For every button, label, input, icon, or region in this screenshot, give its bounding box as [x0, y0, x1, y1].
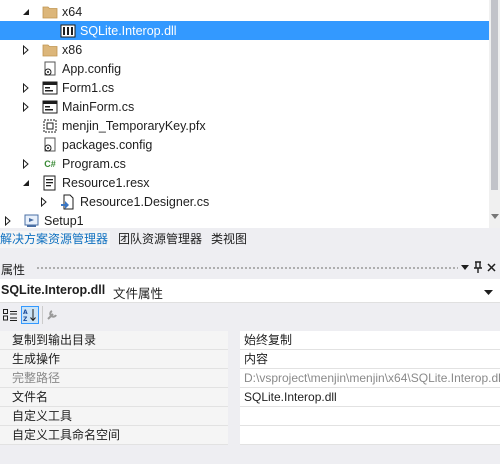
tree-item-packages-config[interactable]: packages.config: [0, 135, 489, 154]
tree-item-x86-folder[interactable]: x86: [0, 40, 489, 59]
properties-title: 属性: [1, 263, 26, 277]
tab-team-explorer[interactable]: 团队资源管理器: [118, 231, 202, 248]
property-row[interactable]: 自定义工具: [0, 407, 500, 426]
property-value[interactable]: SQLite.Interop.dll: [240, 388, 500, 407]
expanded-arrow-icon[interactable]: [20, 177, 32, 189]
form-file-icon: [42, 80, 58, 96]
tab-solution-explorer[interactable]: 解决方案资源管理器: [0, 231, 111, 248]
properties-object-selector[interactable]: SQLite.Interop.dll 文件属性: [0, 279, 500, 303]
tree-item-resource1-designer-cs[interactable]: Resource1.Designer.cs: [0, 192, 489, 211]
tree-item-mainform-cs[interactable]: MainForm.cs: [0, 97, 489, 116]
tree-item-sqlite-interop-dll[interactable]: SQLite.Interop.dll: [0, 21, 489, 40]
tree-item-resource1-resx[interactable]: Resource1.resx: [0, 173, 489, 192]
collapsed-arrow-icon[interactable]: [20, 44, 32, 56]
tree-item-x64-folder[interactable]: x64: [0, 2, 489, 21]
tree-item-label: x64: [62, 4, 83, 19]
tab-class-view[interactable]: 类视图: [211, 231, 247, 248]
solution-explorer-tree: x64 SQLite.Interop.dll x86 App.config Fo…: [0, 0, 489, 232]
tree-item-label: App.config: [62, 61, 122, 76]
property-row[interactable]: 复制到输出目录 始终复制: [0, 331, 500, 350]
property-value[interactable]: [240, 407, 500, 426]
collapsed-arrow-icon[interactable]: [20, 158, 32, 170]
property-row[interactable]: 生成操作 内容: [0, 350, 500, 369]
property-name: 自定义工具命名空间: [0, 426, 228, 445]
scrollbar-thumb[interactable]: [491, 0, 498, 190]
properties-title-bar: 属性: [0, 257, 500, 279]
designer-file-icon: [60, 194, 76, 210]
property-pages-wrench-icon[interactable]: [42, 306, 61, 324]
window-position-dropdown-icon[interactable]: [458, 260, 471, 274]
property-row[interactable]: 自定义工具命名空间: [0, 426, 500, 445]
properties-toolbar: A Z: [0, 303, 500, 329]
categorized-view-icon[interactable]: [1, 306, 19, 324]
selected-object-type: 文件属性: [113, 287, 164, 301]
close-icon[interactable]: [485, 260, 498, 274]
collapsed-arrow-icon[interactable]: [38, 196, 50, 208]
tree-item-label: packages.config: [62, 137, 153, 152]
panel-divider: [0, 249, 500, 257]
svg-text:A: A: [23, 309, 28, 316]
tree-item-label: Program.cs: [62, 156, 126, 171]
scroll-down-arrow-icon[interactable]: [490, 212, 499, 221]
tree-item-program-cs[interactable]: C# Program.cs: [0, 154, 489, 173]
tree-item-label: menjin_TemporaryKey.pfx: [62, 118, 206, 133]
tree-item-label: Form1.cs: [62, 80, 115, 95]
expanded-arrow-icon[interactable]: [20, 6, 32, 18]
chevron-down-icon[interactable]: [484, 285, 493, 299]
collapsed-arrow-icon[interactable]: [2, 215, 14, 227]
tree-item-label: SQLite.Interop.dll: [80, 23, 177, 38]
config-file-icon: [42, 61, 58, 77]
property-row[interactable]: 完整路径 D:\vsproject\menjin\menjin\x64\SQLi…: [0, 369, 500, 388]
tree-item-label: Resource1.Designer.cs: [80, 194, 210, 209]
collapsed-arrow-icon[interactable]: [20, 101, 32, 113]
title-bar-grip[interactable]: [36, 266, 458, 271]
tree-item-label: Resource1.resx: [62, 175, 150, 190]
dll-file-icon: [60, 23, 76, 39]
pin-icon[interactable]: [471, 260, 484, 274]
tree-item-form1-cs[interactable]: Form1.cs: [0, 78, 489, 97]
explorer-tab-strip: 解决方案资源管理器 团队资源管理器 类视图: [0, 228, 500, 249]
tree-item-temporary-key-pfx[interactable]: menjin_TemporaryKey.pfx: [0, 116, 489, 135]
property-grid: 复制到输出目录 始终复制 生成操作 内容 完整路径 D:\vsproject\m…: [0, 329, 500, 464]
tree-item-app-config[interactable]: App.config: [0, 59, 489, 78]
property-value[interactable]: [240, 426, 500, 445]
property-value: D:\vsproject\menjin\menjin\x64\SQLite.In…: [240, 369, 500, 388]
tree-vertical-scrollbar[interactable]: [489, 0, 500, 232]
setup-project-icon: [24, 213, 40, 229]
collapsed-arrow-icon[interactable]: [20, 82, 32, 94]
selected-object-name: SQLite.Interop.dll: [1, 283, 106, 297]
svg-text:Z: Z: [23, 316, 28, 322]
alphabetical-sort-icon[interactable]: A Z: [21, 306, 39, 324]
tree-item-label: Setup1: [44, 213, 84, 228]
property-value[interactable]: 始终复制: [240, 331, 500, 350]
resource-file-icon: [42, 175, 58, 191]
property-row[interactable]: 文件名 SQLite.Interop.dll: [0, 388, 500, 407]
property-name: 生成操作: [0, 350, 228, 369]
folder-icon: [42, 4, 58, 20]
property-value[interactable]: 内容: [240, 350, 500, 369]
csharp-file-icon: C#: [44, 158, 56, 169]
config-file-icon: [42, 137, 58, 153]
property-name: 自定义工具: [0, 407, 228, 426]
tree-item-label: x86: [62, 42, 83, 57]
property-name: 复制到输出目录: [0, 331, 228, 350]
tree-item-label: MainForm.cs: [62, 99, 135, 114]
form-file-icon: [42, 99, 58, 115]
certificate-file-icon: [42, 118, 58, 134]
property-name: 完整路径: [0, 369, 228, 388]
folder-icon: [42, 42, 58, 58]
property-name: 文件名: [0, 388, 228, 407]
